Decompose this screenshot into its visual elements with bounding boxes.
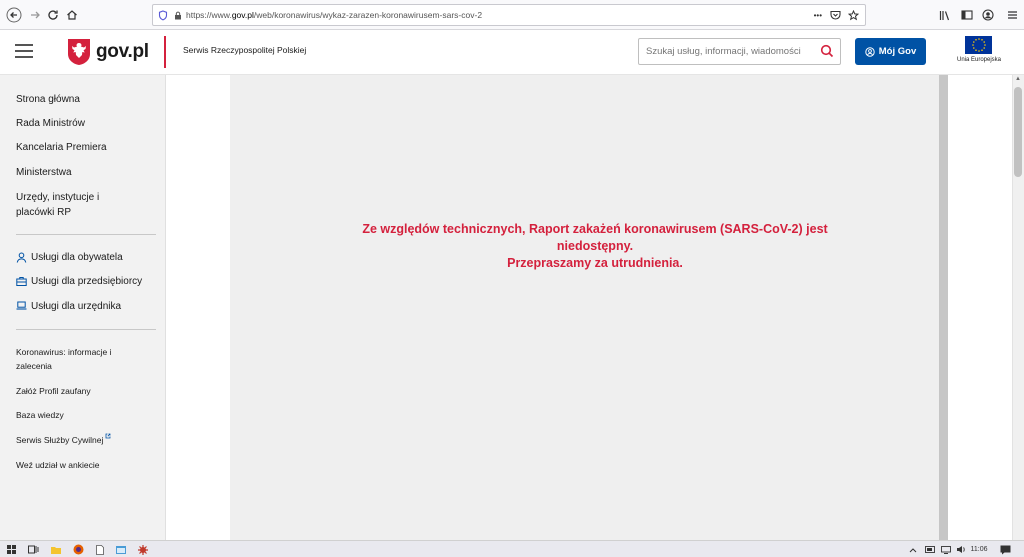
tray-volume-icon[interactable] [955,543,967,556]
shield-icon [158,9,168,20]
task-view-button[interactable] [26,543,40,556]
moj-gov-button[interactable]: Mój Gov [855,38,926,65]
url-prefix: https://www. [186,10,232,20]
laptop-icon [16,301,27,310]
polish-eagle-icon [68,39,90,65]
document-icon [96,544,104,555]
windows-start-icon [6,545,16,554]
gov-logo[interactable]: gov.pl [67,37,149,67]
sidebar-toggle-button[interactable] [958,5,976,25]
home-button[interactable] [62,5,82,25]
sidebar-item-ministerstwa[interactable]: Ministerstwa [16,165,72,180]
taskbar-clock[interactable]: 11:06 [968,543,990,556]
taskbar-explorer[interactable] [50,543,62,556]
service-name: Serwis Rzeczypospolitej Polskiej [183,45,307,55]
sidebar-item-ankieta[interactable]: Weź udział w ankiecie [16,458,99,472]
eu-flag-icon[interactable] [965,36,992,54]
sidebar-item-rada-ministrow[interactable]: Rada Ministrów [16,116,85,131]
pocket-icon[interactable] [830,10,841,20]
tray-overflow-chevron-icon[interactable] [908,543,918,556]
bookmark-star-icon[interactable] [848,9,859,21]
error-message-line-2: Przepraszamy za utrudnienia. [507,256,683,270]
action-center-button[interactable] [998,543,1012,556]
report-panel-border [939,75,948,540]
sidebar-item-sluzba-cywilna[interactable]: Serwis Służby Cywilnej [16,433,111,447]
search-button[interactable] [820,44,834,63]
folder-icon [51,546,61,554]
account-icon [982,9,994,21]
taskbar-app[interactable] [115,543,127,556]
account-button[interactable] [979,5,997,25]
error-message: Ze względów technicznych, Raport zakażeń… [330,221,860,272]
firefox-icon [73,544,83,555]
forward-arrow-icon [31,11,40,19]
app-menu-button[interactable] [1003,5,1021,25]
library-icon [939,10,950,20]
external-link-icon [105,433,111,439]
sidebar-icon [961,10,973,20]
menu-toggle-icon[interactable] [15,44,33,58]
library-button[interactable] [936,5,954,25]
eu-label: Unia Europejska [956,57,1002,63]
sidebar-item-baza-wiedzy[interactable]: Baza wiedzy [16,408,64,422]
search-icon [820,44,834,58]
url-path: /web/koronawirus/wykaz-zarazen-koronawir… [253,10,483,20]
speaker-icon [957,546,965,553]
scrollbar-thumb[interactable] [1014,87,1022,177]
os-taskbar: 11:06 [0,540,1024,557]
logo-text: gov.pl [96,41,149,62]
sidebar-item-koronawirus[interactable]: Koronawirus: informacje i zalecenia [16,345,126,373]
sidebar-divider [16,329,156,330]
battery-icon [924,546,935,553]
reload-button[interactable] [43,5,63,25]
error-message-line-1: Ze względów technicznych, Raport zakażeń… [362,222,828,253]
address-bar[interactable]: https://www. gov.pl/web/koronawirus/wykaz… [152,4,866,26]
user-circle-icon [865,46,875,57]
sidebar-item-sluzba-cywilna-label: Serwis Służby Cywilnej [16,435,104,445]
red-gear-icon [138,544,148,555]
sidebar-item-urzedy[interactable]: Urzędy, instytucje i placówki RP [16,190,116,220]
start-button[interactable] [5,543,17,556]
notification-icon [1000,545,1010,554]
sidebar-item-strona-glowna[interactable]: Strona główna [16,92,80,107]
scroll-up-arrow-icon[interactable]: ▲ [1013,76,1023,86]
lock-icon [175,11,181,19]
site-header: gov.pl Serwis Rzeczypospolitej Polskiej … [0,30,1024,75]
page-actions-menu[interactable]: ••• [814,11,822,20]
search-input[interactable] [639,39,814,64]
header-divider [164,36,166,68]
content-margin-right [948,75,1012,540]
eu-stars-icon [971,38,986,52]
chevron-up-icon [909,547,917,552]
sidebar-item-uslugi-urzednik[interactable]: Usługi dla urzędnika [31,299,121,314]
content-margin-left [166,75,230,540]
sidebar-item-profil-zaufany[interactable]: Załóż Profil zaufany [16,384,91,398]
url-host: gov.pl [231,10,254,20]
back-button[interactable] [4,5,24,25]
sidebar-item-uslugi-obywatel[interactable]: Usługi dla obywatela [31,250,123,265]
person-icon [16,252,27,263]
tray-network-icon[interactable] [940,543,952,556]
taskbar-gear-app[interactable] [137,543,149,556]
moj-gov-label: Mój Gov [878,46,917,57]
app-window-icon [116,545,126,554]
forward-button[interactable] [25,5,45,25]
sidebar-divider [16,234,156,235]
tray-battery-icon[interactable] [924,543,936,556]
sidebar-item-kancelaria-premiera[interactable]: Kancelaria Premiera [16,140,107,155]
task-view-icon [27,545,38,554]
report-panel [230,75,939,540]
taskbar-notepad[interactable] [94,543,106,556]
back-arrow-icon [6,7,22,23]
home-icon [67,10,77,20]
sidebar-item-uslugi-przedsiebiorca[interactable]: Usługi dla przedsiębiorcy [31,274,142,289]
hamburger-menu-icon [1007,11,1017,19]
browser-toolbar: https://www. gov.pl/web/koronawirus/wykaz… [0,0,1024,30]
search-box [638,38,841,65]
briefcase-icon [16,277,27,286]
taskbar-firefox[interactable] [71,543,85,556]
sidebar-nav: Strona główna Rada Ministrów Kancelaria … [0,75,166,540]
network-icon [941,545,951,554]
reload-icon [48,10,58,20]
